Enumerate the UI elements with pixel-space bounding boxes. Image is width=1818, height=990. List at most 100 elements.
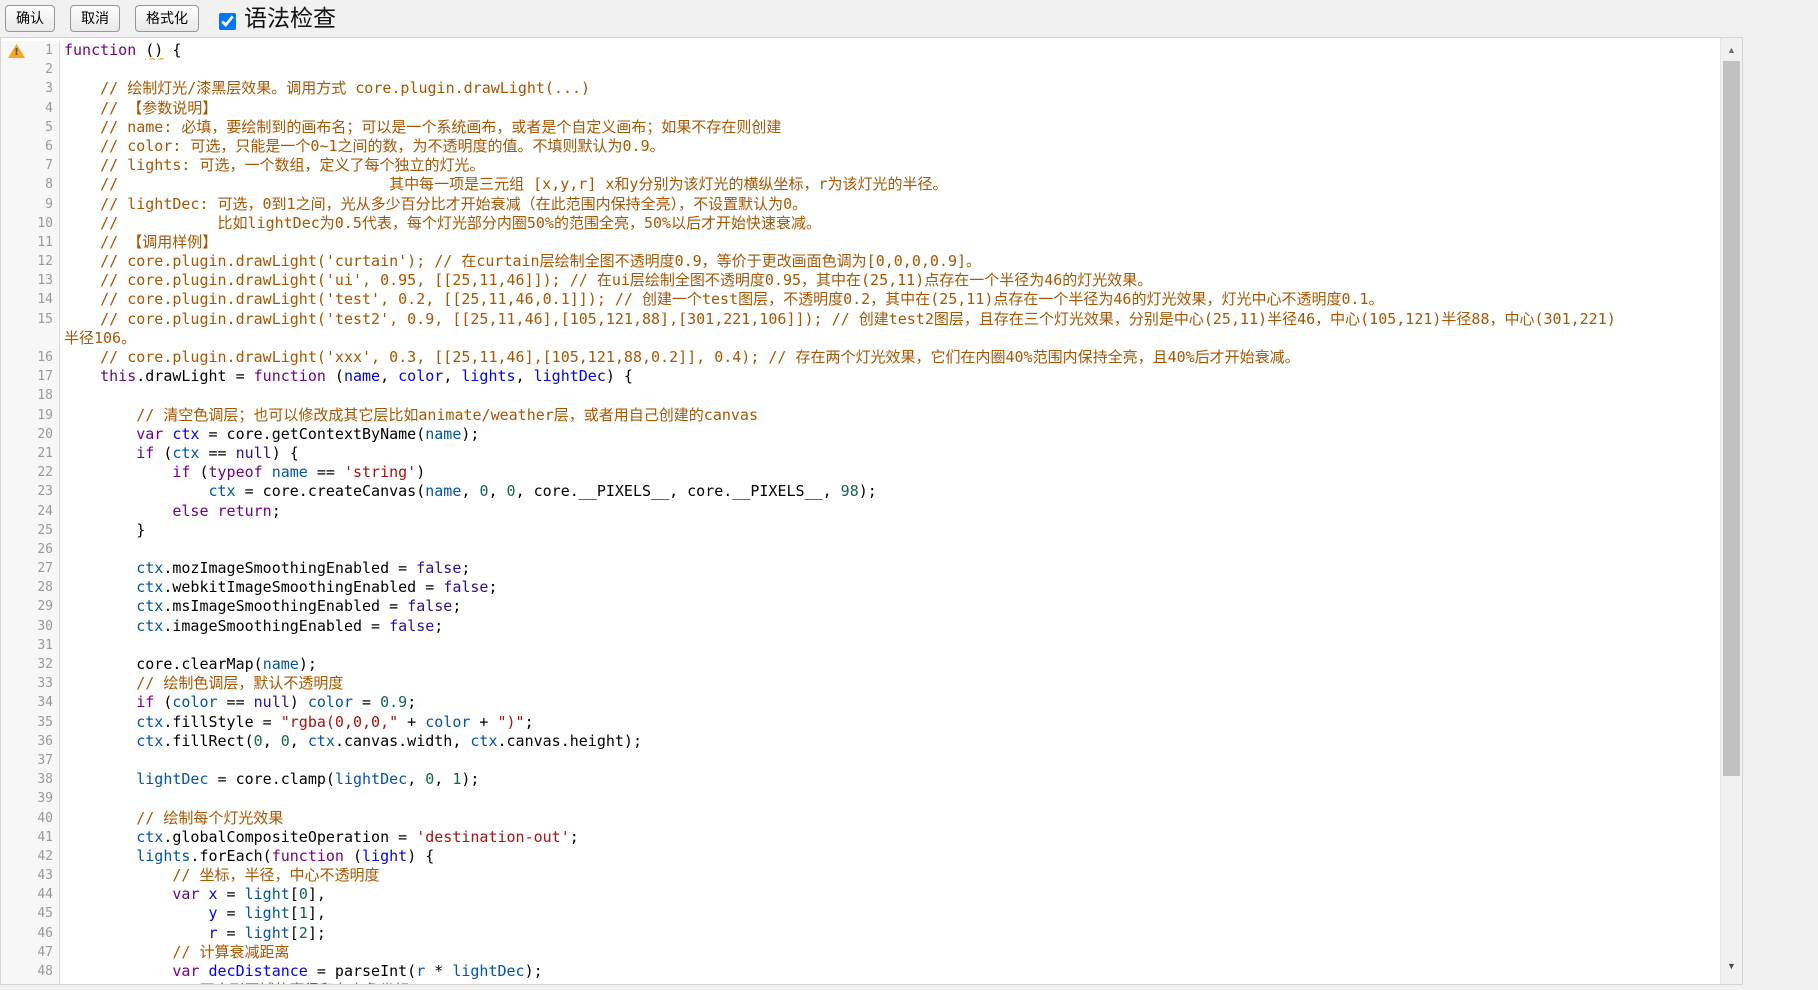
code-text[interactable]: ctx = core.createCanvas(name, 0, 0, core… [60,482,1720,501]
code-line[interactable]: 42 lights.forEach(function (light) { [1,847,1720,866]
code-text[interactable]: function () { [60,41,1720,60]
code-text[interactable] [60,636,1720,655]
code-line[interactable]: 34 if (color == null) color = 0.9; [1,693,1720,712]
code-text[interactable]: ctx.fillStyle = "rgba(0,0,0," + color + … [60,713,1720,732]
code-line[interactable]: 39 [1,789,1720,808]
code-line[interactable]: 47 // 计算衰减距离 [1,943,1720,962]
code-line[interactable]: 26 [1,540,1720,559]
scroll-up-icon[interactable]: ▲ [1721,40,1742,60]
code-line[interactable]: 5 // name: 必填，要绘制到的画布名；可以是一个系统画布，或者是个自定义… [1,118,1720,137]
code-text[interactable] [60,789,1720,808]
warning-icon[interactable]: ! [8,44,25,58]
code-text[interactable]: lights.forEach(function (light) { [60,847,1720,866]
code-line[interactable]: 9 // lightDec: 可选，0到1之间，光从多少百分比才开始衰减（在此范… [1,195,1720,214]
code-text[interactable]: // 【调用样例】 [60,233,1720,252]
code-text[interactable]: if (typeof name == 'string') [60,463,1720,482]
syntax-check-checkbox[interactable] [219,12,236,29]
code-text[interactable]: // core.plugin.drawLight('curtain'); // … [60,252,1720,271]
code-text[interactable]: this.drawLight = function (name, color, … [60,367,1720,386]
code-line[interactable]: 33 // 绘制色调层，默认不透明度 [1,674,1720,693]
code-line[interactable]: 25 } [1,521,1720,540]
code-line[interactable]: 48 var decDistance = parseInt(r * lightD… [1,962,1720,981]
code-text[interactable] [60,751,1720,770]
code-line[interactable]: 7 // lights: 可选，一个数组，定义了每个独立的灯光。 [1,156,1720,175]
code-line[interactable]: 32 core.clearMap(name); [1,655,1720,674]
code-line[interactable]: 16 // core.plugin.drawLight('xxx', 0.3, … [1,348,1720,367]
code-line[interactable]: 半径106。 [1,329,1720,348]
code-text[interactable]: var x = light[0], [60,885,1720,904]
code-text[interactable]: var ctx = core.getContextByName(name); [60,425,1720,444]
code-text[interactable]: if (color == null) color = 0.9; [60,693,1720,712]
code-line[interactable]: 27 ctx.mozImageSmoothingEnabled = false; [1,559,1720,578]
code-text[interactable]: else return; [60,502,1720,521]
code-line[interactable]: 30 ctx.imageSmoothingEnabled = false; [1,617,1720,636]
code-text[interactable]: ctx.webkitImageSmoothingEnabled = false; [60,578,1720,597]
code-line[interactable]: 2 [1,60,1720,79]
code-text[interactable]: // 绘制灯光/漆黑层效果。调用方式 core.plugin.drawLight… [60,79,1720,98]
code-line[interactable]: 37 [1,751,1720,770]
code-text[interactable]: ctx.mozImageSmoothingEnabled = false; [60,559,1720,578]
code-text[interactable]: var decDistance = parseInt(r * lightDec)… [60,962,1720,981]
code-line[interactable]: 10 // 比如lightDec为0.5代表，每个灯光部分内圈50%的范围全亮，… [1,214,1720,233]
code-text[interactable]: // 清空色调层；也可以修改成其它层比如animate/weather层，或者用… [60,406,1720,425]
code-line[interactable]: 18 [1,386,1720,405]
code-text[interactable] [60,60,1720,79]
code-text[interactable]: 半径106。 [60,329,1720,348]
code-text[interactable]: ctx.fillRect(0, 0, ctx.canvas.width, ctx… [60,732,1720,751]
cancel-button[interactable]: 取消 [70,5,120,32]
code-text[interactable] [60,540,1720,559]
code-text[interactable]: // 比如lightDec为0.5代表，每个灯光部分内圈50%的范围全亮，50%… [60,214,1720,233]
confirm-button[interactable]: 确认 [5,5,55,32]
code-text[interactable]: // 坐标，半径，中心不透明度 [60,866,1720,885]
code-text[interactable]: // 绘制每个灯光效果 [60,809,1720,828]
code-line[interactable]: 38 lightDec = core.clamp(lightDec, 0, 1)… [1,770,1720,789]
code-text[interactable]: ctx.globalCompositeOperation = 'destinat… [60,828,1720,847]
code-text[interactable]: // 计算衰减距离 [60,943,1720,962]
code-line[interactable]: 23 ctx = core.createCanvas(name, 0, 0, c… [1,482,1720,501]
code-line[interactable]: 13 // core.plugin.drawLight('ui', 0.95, … [1,271,1720,290]
code-text[interactable]: r = light[2]; [60,924,1720,943]
format-button[interactable]: 格式化 [135,5,199,32]
code-line[interactable]: !1function () { [1,41,1720,60]
code-line[interactable]: 22 if (typeof name == 'string') [1,463,1720,482]
code-text[interactable]: y = light[1], [60,904,1720,923]
code-text[interactable]: // core.plugin.drawLight('xxx', 0.3, [[2… [60,348,1720,367]
code-line[interactable]: 14 // core.plugin.drawLight('test', 0.2,… [1,290,1720,309]
code-text[interactable]: // color: 可选，只能是一个0~1之间的数，为不透明度的值。不填则默认为… [60,137,1720,156]
vertical-scrollbar[interactable]: ▲ ▼ [1720,38,1742,984]
code-text[interactable]: // core.plugin.drawLight('test2', 0.9, [… [60,310,1720,329]
code-line[interactable]: 19 // 清空色调层；也可以修改成其它层比如animate/weather层，… [1,406,1720,425]
code-text[interactable]: ctx.msImageSmoothingEnabled = false; [60,597,1720,616]
code-line[interactable]: 28 ctx.webkitImageSmoothingEnabled = fal… [1,578,1720,597]
code-text[interactable]: // core.plugin.drawLight('test', 0.2, [[… [60,290,1720,309]
code-line[interactable]: 17 this.drawLight = function (name, colo… [1,367,1720,386]
code-text[interactable] [60,386,1720,405]
code-text[interactable]: if (ctx == null) { [60,444,1720,463]
code-text[interactable]: // 其中每一项是三元组 [x,y,r] x和y分别为该灯光的横纵坐标，r为该灯… [60,175,1720,194]
code-line[interactable]: 46 r = light[2]; [1,924,1720,943]
code-text[interactable]: // name: 必填，要绘制到的画布名；可以是一个系统画布，或者是个自定义画布… [60,118,1720,137]
code-line[interactable]: 4 // 【参数说明】 [1,99,1720,118]
code-line[interactable]: 6 // color: 可选，只能是一个0~1之间的数，为不透明度的值。不填则默… [1,137,1720,156]
code-line[interactable]: 35 ctx.fillStyle = "rgba(0,0,0," + color… [1,713,1720,732]
code-line[interactable]: 41 ctx.globalCompositeOperation = 'desti… [1,828,1720,847]
code-line[interactable]: 12 // core.plugin.drawLight('curtain'); … [1,252,1720,271]
code-line[interactable]: 8 // 其中每一项是三元组 [x,y,r] x和y分别为该灯光的横纵坐标，r为… [1,175,1720,194]
code-line[interactable]: 29 ctx.msImageSmoothingEnabled = false; [1,597,1720,616]
syntax-check-label[interactable]: 语法检查 [244,5,336,33]
code-editor[interactable]: !1function () {23 // 绘制灯光/漆黑层效果。调用方式 cor… [0,37,1743,985]
code-text[interactable]: // lights: 可选，一个数组，定义了每个独立的灯光。 [60,156,1720,175]
code-line[interactable]: 36 ctx.fillRect(0, 0, ctx.canvas.width, … [1,732,1720,751]
code-line[interactable]: 20 var ctx = core.getContextByName(name)… [1,425,1720,444]
code-text[interactable]: // core.plugin.drawLight('ui', 0.95, [[2… [60,271,1720,290]
code-text[interactable]: // 绘制色调层，默认不透明度 [60,674,1720,693]
code-line[interactable]: 11 // 【调用样例】 [1,233,1720,252]
code-line[interactable]: 40 // 绘制每个灯光效果 [1,809,1720,828]
code-text[interactable]: core.clearMap(name); [60,655,1720,674]
code-line[interactable]: 21 if (ctx == null) { [1,444,1720,463]
code-text[interactable]: } [60,521,1720,540]
code-text[interactable]: // 正方形区域的直径和左上角坐标 [60,981,1720,984]
code-text[interactable]: // 【参数说明】 [60,99,1720,118]
code-line[interactable]: 43 // 坐标，半径，中心不透明度 [1,866,1720,885]
code-text[interactable]: lightDec = core.clamp(lightDec, 0, 1); [60,770,1720,789]
